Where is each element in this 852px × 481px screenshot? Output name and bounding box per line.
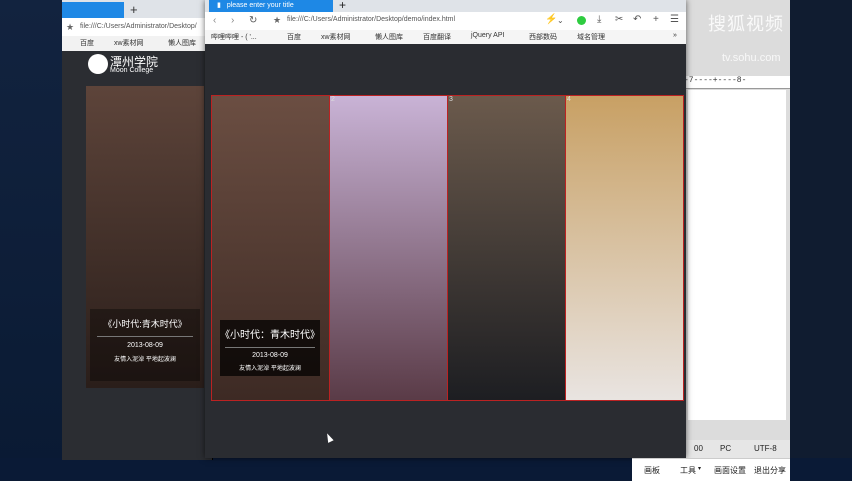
cut-icon[interactable]: ✂: [615, 14, 623, 25]
accordion-gallery: 《小时代：青木时代》 2013-08-09 友情入泥淖 平地起波澜 2 3 4: [211, 95, 684, 401]
panel-number: 3: [449, 96, 453, 103]
screen-settings-button[interactable]: 画面设置: [714, 465, 746, 476]
back-caption-title: 《小时代:青木时代》: [103, 319, 187, 329]
bookmark-item[interactable]: 哔哩哔哩 - ( '...: [211, 32, 257, 42]
bookmarks-bar: 哔哩哔哩 - ( '... 百度 xw素材网 懒人图库 百度翻译 jQuery …: [205, 30, 686, 45]
tab-title: please enter your title: [226, 2, 294, 9]
status-item: UTF-8: [754, 444, 777, 453]
editor-statusbar: 00 PC UTF-8: [684, 440, 790, 458]
editor-document: [688, 90, 786, 420]
bookmark-item[interactable]: 百度翻译: [423, 32, 451, 42]
page-content: 《小时代：青木时代》 2013-08-09 友情入泥淖 平地起波澜 2 3 4: [205, 44, 686, 458]
back-new-tab-button[interactable]: +: [130, 2, 138, 17]
bookmarks-overflow-button[interactable]: »: [673, 32, 677, 39]
forward-arrow-icon[interactable]: ›: [231, 15, 234, 26]
back-bookmarks-bar: 百度 xw素材网 懒人图库: [62, 36, 212, 52]
active-tab[interactable]: ▮ please enter your title: [209, 0, 333, 12]
video-watermark: 搜狐视频: [708, 14, 784, 34]
bookmark-item[interactable]: 懒人图库: [375, 32, 403, 42]
bookmark-item[interactable]: xw素材网: [321, 32, 351, 42]
new-tab-button[interactable]: +: [339, 0, 346, 12]
status-item: PC: [720, 444, 732, 453]
gallery-panel[interactable]: 4: [566, 96, 683, 400]
back-bookmark[interactable]: 懒人图库: [168, 38, 196, 48]
menu-icon[interactable]: ☰: [670, 14, 679, 25]
background-editor-window: -7----+----8- 00 PC UTF-8: [684, 0, 790, 458]
status-item: 00: [694, 444, 703, 453]
back-bookmark[interactable]: 百度: [80, 38, 94, 48]
gallery-panel[interactable]: 2: [330, 96, 448, 400]
logo-subtitle: Moon College: [110, 67, 154, 74]
tools-button[interactable]: 工具: [680, 465, 696, 476]
editor-ruler: -7----+----8-: [684, 76, 790, 89]
back-caption: 《小时代:青木时代》 2013-08-09 友情入泥淖 平地起波澜: [90, 309, 200, 381]
bookmark-item[interactable]: jQuery API: [471, 32, 504, 39]
back-active-tab[interactable]: [62, 2, 124, 18]
page-icon: ▮: [217, 2, 221, 9]
url-field[interactable]: file:///C:/Users/Administrator/Desktop/d…: [287, 16, 455, 23]
reload-icon[interactable]: ↻: [249, 15, 257, 26]
desktop-background-right: [790, 0, 852, 480]
bookmark-item[interactable]: 百度: [287, 32, 301, 42]
tab-bar: ▮ please enter your title +: [205, 0, 686, 12]
chat-icon[interactable]: [577, 16, 586, 25]
back-address-bar[interactable]: ★ file:///C:/Users/Administrator/Desktop…: [62, 18, 212, 37]
caption-subtitle: 友情入泥淖 平地起波澜: [239, 366, 301, 372]
gallery-panel[interactable]: 3: [448, 96, 566, 400]
back-caption-subtitle: 友情入泥淖 平地起波澜: [114, 357, 176, 363]
chevron-down-icon[interactable]: ⌄: [557, 16, 564, 25]
lightning-icon[interactable]: ⚡: [545, 14, 557, 25]
back-tab-bar: +: [62, 0, 212, 18]
star-icon[interactable]: ★: [66, 22, 74, 33]
download-icon[interactable]: ⤓: [597, 14, 601, 25]
bookmark-item[interactable]: 域名管理: [577, 32, 605, 42]
panel-number: 4: [567, 96, 571, 103]
undo-icon[interactable]: ↶: [633, 14, 641, 25]
gallery-panel[interactable]: 《小时代：青木时代》 2013-08-09 友情入泥淖 平地起波澜: [212, 96, 330, 400]
video-watermark-url: tv.sohu.com: [722, 52, 781, 64]
star-icon[interactable]: ★: [273, 15, 281, 26]
exit-share-button[interactable]: 退出分享: [754, 465, 786, 476]
drawing-board-button[interactable]: 画板: [644, 465, 660, 476]
caption-title: 《小时代：青木时代》: [220, 330, 320, 341]
moon-logo-icon: [88, 54, 108, 74]
desktop-background-left: [0, 0, 62, 480]
back-bookmark[interactable]: xw素材网: [114, 38, 144, 48]
share-toolbar: 画板 工具 ▾ 画面设置 退出分享: [632, 458, 790, 481]
back-url[interactable]: file:///C:/Users/Administrator/Desktop/: [80, 23, 197, 30]
panel-number: 2: [331, 96, 335, 103]
back-page-content: 《小时代:青木时代》 2013-08-09 友情入泥淖 平地起波澜: [62, 51, 212, 460]
divider: [97, 336, 193, 337]
panel-caption: 《小时代：青木时代》 2013-08-09 友情入泥淖 平地起波澜: [220, 320, 320, 376]
chevron-down-icon[interactable]: ▾: [698, 465, 701, 472]
address-bar[interactable]: ‹ › ↻ ★ file:///C:/Users/Administrator/D…: [205, 12, 686, 31]
back-arrow-icon[interactable]: ‹: [213, 15, 216, 26]
caption-date: 2013-08-09: [252, 352, 288, 359]
bookmark-item[interactable]: 西部数码: [529, 32, 557, 42]
browser-window[interactable]: ▮ please enter your title + ‹ › ↻ ★ file…: [205, 0, 686, 458]
back-caption-date: 2013-08-09: [127, 342, 163, 349]
plus-icon[interactable]: +: [653, 14, 659, 25]
divider: [225, 347, 315, 348]
